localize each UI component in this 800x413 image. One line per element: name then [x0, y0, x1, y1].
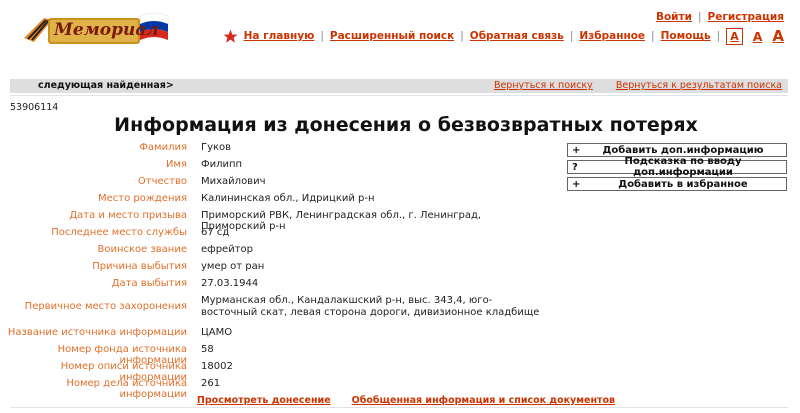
question-icon: ? — [572, 161, 578, 173]
field-row: Название источника информации ЦАМО — [0, 327, 560, 344]
record-id: 53906114 — [10, 102, 59, 113]
field-label: Номер описи источника информации — [60, 361, 187, 383]
back-to-search-link[interactable]: Вернуться к поиску — [494, 80, 593, 91]
field-label: Воинское звание — [97, 244, 187, 255]
field-label: Название источника информации — [7, 327, 187, 338]
auth-links: Войти | Регистрация — [655, 11, 784, 23]
field-label: Первичное место захоронения — [24, 301, 187, 312]
back-to-results-link[interactable]: Вернуться к результатам поиска — [616, 80, 782, 91]
navigation-strip: следующая найденная> Вернуться к поиску … — [10, 79, 788, 93]
field-value: Приморский РВК, Ленинградская обл., г. Л… — [201, 210, 482, 232]
field-label: Дата и место призыва — [69, 210, 187, 221]
field-row: Последнее место службы 67 сд — [0, 227, 560, 244]
input-hint-button[interactable]: ? Подсказка по вводу доп.информации — [567, 156, 787, 178]
field-row: Дата и место призыва Приморский РВК, Лен… — [0, 210, 560, 232]
field-value: Мурманская обл., Кандалакшский р-н, выс.… — [201, 295, 540, 318]
field-row: Первичное место захоронения Мурманская о… — [0, 295, 560, 324]
field-value: ЦАМО — [201, 327, 233, 338]
field-row: Дата выбытия 27.03.1944 — [0, 278, 560, 295]
next-result-link[interactable]: следующая найденная> — [38, 80, 174, 91]
top-navigation: На главную | Расширенный поиск | Обратная … — [223, 27, 784, 45]
field-value: ефрейтор — [201, 244, 253, 255]
field-label: Последнее место службы — [51, 227, 187, 238]
font-size-small-button[interactable]: A — [726, 27, 743, 45]
field-value: Михайлович — [201, 176, 266, 187]
divider — [10, 95, 788, 96]
plus-icon: + — [572, 144, 581, 156]
action-buttons: + Добавить доп.информацию ? Подсказка по… — [567, 143, 787, 194]
chevron-right-icon: > — [165, 80, 174, 91]
nav-help[interactable]: Помощь — [661, 30, 711, 42]
nav-favorites[interactable]: Избранное — [579, 30, 645, 42]
site-logo[interactable]: Мемориал — [22, 8, 172, 54]
field-label: Номер дела источника информации — [66, 378, 187, 400]
field-label: Имя — [165, 159, 187, 170]
field-row: Номер фонда источника информации 58 — [0, 344, 560, 366]
field-row: Причина выбытия умер от ран — [0, 261, 560, 278]
summary-documents-link[interactable]: Обобщенная информация и список документо… — [352, 395, 615, 406]
field-value: 18002 — [201, 361, 233, 372]
field-row: Отчество Михайлович — [0, 176, 560, 193]
field-label: Номер фонда источника информации — [57, 344, 187, 366]
field-row: Номер дела источника информации 261 — [0, 378, 560, 400]
field-label: Место рождения — [98, 193, 187, 204]
field-row: Фамилия Гуков — [0, 142, 560, 159]
page-title: Информация из донесения о безвозвратных … — [114, 114, 698, 136]
field-row: Имя Филипп — [0, 159, 560, 176]
nav-feedback[interactable]: Обратная связь — [470, 30, 564, 42]
field-row: Место рождения Калининская обл., Идрицки… — [0, 193, 560, 210]
field-value: 67 сд — [201, 227, 230, 238]
field-value: Гуков — [201, 142, 232, 153]
nav-advanced-search[interactable]: Расширенный поиск — [330, 30, 454, 42]
divider — [10, 407, 788, 408]
record-fields: Фамилия Гуков Имя Филипп Отчество Михайл… — [0, 142, 560, 400]
nav-home[interactable]: На главную — [244, 30, 315, 42]
field-label: Фамилия — [139, 142, 187, 153]
field-value: Филипп — [201, 159, 243, 170]
field-value: 27.03.1944 — [201, 278, 259, 289]
field-row: Номер описи источника информации 18002 — [0, 361, 560, 383]
add-to-favorites-button[interactable]: + Добавить в избранное — [567, 177, 787, 191]
register-link[interactable]: Регистрация — [708, 11, 784, 23]
view-report-link[interactable]: Просмотреть донесение — [197, 395, 331, 406]
font-size-medium-button[interactable]: A — [753, 29, 763, 44]
field-value: Калининская обл., Идрицкий р-н — [201, 193, 375, 204]
field-label: Отчество — [137, 176, 187, 187]
field-value: 261 — [201, 378, 221, 389]
logo-text: Мемориал — [54, 20, 159, 40]
font-size-large-button[interactable]: A — [772, 27, 784, 45]
plus-icon: + — [572, 178, 581, 190]
star-icon — [223, 29, 237, 43]
bottom-links: Просмотреть донесение Обобщенная информа… — [0, 395, 800, 406]
add-info-button[interactable]: + Добавить доп.информацию — [567, 143, 787, 157]
field-label: Причина выбытия — [92, 261, 187, 272]
field-value: 58 — [201, 344, 214, 355]
field-row: Воинское звание ефрейтор — [0, 244, 560, 261]
field-value: умер от ран — [201, 261, 265, 272]
field-label: Дата выбытия — [111, 278, 187, 289]
login-link[interactable]: Войти — [656, 11, 692, 23]
